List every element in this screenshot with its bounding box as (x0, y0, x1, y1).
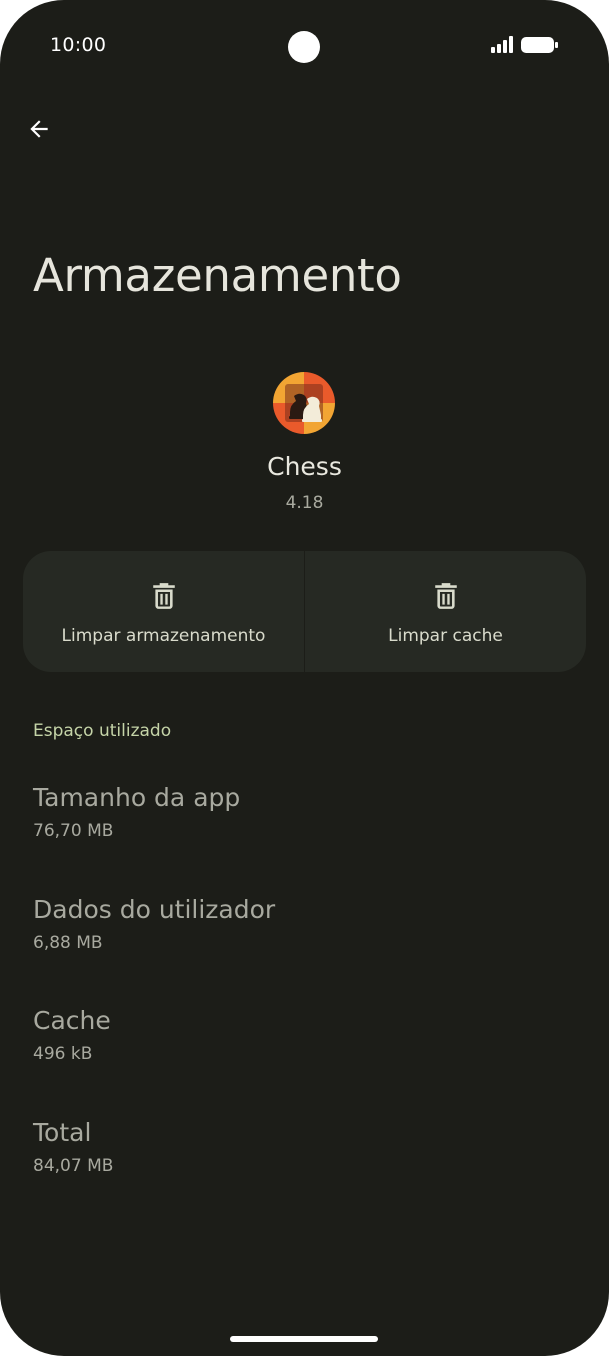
trash-icon (434, 583, 457, 609)
back-button[interactable] (16, 106, 62, 152)
clear-storage-label: Limpar armazenamento (61, 626, 266, 646)
actions-card: Limpar armazenamento Limpar cache (23, 551, 586, 672)
status-bar: 10:00 (0, 0, 609, 92)
storage-item-title: Tamanho da app (33, 783, 241, 812)
clear-cache-label: Limpar cache (388, 626, 503, 646)
storage-item-app-size: Tamanho da app 76,70 MB (33, 781, 573, 843)
camera-cutout (288, 31, 320, 63)
phone-screen: 10:00 Armazenamento Chess 4.18 Limpar ar… (0, 0, 609, 1356)
page-title: Armazenamento (33, 249, 402, 302)
signal-icon (491, 36, 513, 53)
storage-item-user-data: Dados do utilizador 6,88 MB (33, 893, 573, 955)
clear-cache-button[interactable]: Limpar cache (304, 551, 586, 672)
storage-item-value: 6,88 MB (33, 933, 103, 953)
storage-item-cache: Cache 496 kB (33, 1004, 573, 1066)
section-header-space-used: Espaço utilizado (33, 721, 172, 741)
storage-item-value: 76,70 MB (33, 821, 114, 841)
storage-item-value: 84,07 MB (33, 1156, 114, 1176)
trash-icon (152, 583, 175, 609)
storage-item-title: Dados do utilizador (33, 895, 276, 924)
storage-item-total: Total 84,07 MB (33, 1116, 573, 1178)
storage-item-title: Cache (33, 1006, 111, 1035)
storage-item-title: Total (33, 1118, 92, 1147)
chess-app-icon (273, 372, 335, 434)
arrow-back-icon (30, 120, 48, 138)
clear-storage-button[interactable]: Limpar armazenamento (23, 551, 304, 672)
storage-item-value: 496 kB (33, 1044, 93, 1064)
status-time: 10:00 (50, 34, 107, 56)
app-version: 4.18 (285, 493, 324, 513)
battery-icon (521, 37, 558, 53)
home-indicator[interactable] (230, 1336, 378, 1342)
app-name: Chess (267, 452, 342, 481)
